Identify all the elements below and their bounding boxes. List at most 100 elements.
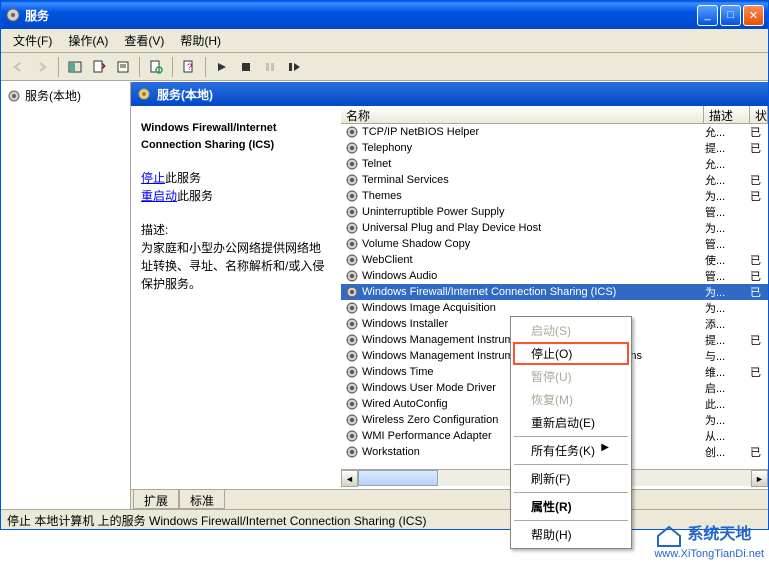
maximize-button[interactable]: □ (720, 5, 741, 26)
view-button[interactable] (64, 56, 86, 78)
service-name: Universal Plug and Play Device Host (362, 222, 705, 234)
service-row[interactable]: Windows Image Acquisition为... (341, 300, 768, 316)
service-desc: 管... (705, 204, 750, 220)
ctx-properties[interactable]: 属性(R) (513, 495, 629, 518)
service-desc: 允... (705, 156, 750, 172)
service-desc: 为... (705, 284, 750, 300)
service-row[interactable]: Windows Audio管...已 (341, 268, 768, 284)
service-desc: 维... (705, 364, 750, 380)
minimize-button[interactable]: _ (697, 5, 718, 26)
restart-link[interactable]: 重启动 (141, 189, 177, 203)
forward-button (31, 56, 53, 78)
selected-service-title: Windows Firewall/Internet Connection Sha… (141, 120, 331, 153)
watermark: 系统天地 www.XiTongTianDi.net (654, 520, 764, 560)
menu-help[interactable]: 帮助(H) (172, 30, 229, 51)
col-status[interactable]: 状 (750, 106, 768, 123)
service-name: WebClient (362, 254, 705, 266)
gear-icon (137, 87, 151, 101)
service-name: Volume Shadow Copy (362, 238, 705, 250)
menu-action[interactable]: 操作(A) (60, 30, 116, 51)
service-row[interactable]: WebClient使...已 (341, 252, 768, 268)
ctx-refresh[interactable]: 刷新(F) (513, 467, 629, 490)
col-desc[interactable]: 描述 (704, 106, 750, 123)
stop-service-button[interactable] (235, 56, 257, 78)
service-desc: 启... (705, 380, 750, 396)
service-desc: 为... (705, 300, 750, 316)
ctx-stop[interactable]: 停止(O) (513, 342, 629, 365)
content-area: 服务(本地) 服务(本地) Windows Firewall/Internet … (1, 81, 768, 509)
scroll-left-button[interactable]: ◄ (341, 470, 358, 487)
service-status: 已 (750, 364, 768, 380)
ctx-resume: 恢复(M) (513, 388, 629, 411)
service-row[interactable]: Windows Firewall/Internet Connection Sha… (341, 284, 768, 300)
window-title: 服务 (25, 7, 697, 24)
stop-link[interactable]: 停止 (141, 171, 165, 185)
service-desc: 此... (705, 396, 750, 412)
menu-file[interactable]: 文件(F) (5, 30, 60, 51)
toolbar: ? (1, 53, 768, 81)
service-desc: 为... (705, 220, 750, 236)
menubar: 文件(F) 操作(A) 查看(V) 帮助(H) (1, 29, 768, 53)
service-name: Themes (362, 190, 705, 202)
service-desc: 与... (705, 348, 750, 364)
help-button[interactable]: ? (178, 56, 200, 78)
col-name[interactable]: 名称 (341, 106, 704, 123)
tree-root-label: 服务(本地) (25, 87, 81, 104)
ctx-restart[interactable]: 重新启动(E) (513, 411, 629, 434)
service-row[interactable]: Telnet允... (341, 156, 768, 172)
refresh-button[interactable] (145, 56, 167, 78)
titlebar[interactable]: 服务 _ □ ✕ (1, 1, 768, 29)
house-icon (654, 524, 684, 548)
service-desc: 允... (705, 172, 750, 188)
pause-service-button (259, 56, 281, 78)
service-row[interactable]: Volume Shadow Copy管... (341, 236, 768, 252)
service-row[interactable]: Themes为...已 (341, 188, 768, 204)
service-row[interactable]: Telephony提...已 (341, 140, 768, 156)
service-row[interactable]: Universal Plug and Play Device Host为... (341, 220, 768, 236)
back-button (7, 56, 29, 78)
tree-pane: 服务(本地) (1, 82, 131, 509)
context-menu: 启动(S) 停止(O) 暂停(U) 恢复(M) 重新启动(E) 所有任务(K)▶… (510, 316, 632, 549)
service-status: 已 (750, 188, 768, 204)
tree-root-item[interactable]: 服务(本地) (5, 86, 126, 105)
service-row[interactable]: TCP/IP NetBIOS Helper允...已 (341, 124, 768, 140)
service-row[interactable]: Terminal Services允...已 (341, 172, 768, 188)
service-status: 已 (750, 444, 768, 460)
ctx-pause: 暂停(U) (513, 365, 629, 388)
service-name: Windows Audio (362, 270, 705, 282)
tab-extended[interactable]: 扩展 (133, 490, 179, 509)
services-icon (5, 7, 21, 23)
service-name: Windows Firewall/Internet Connection Sha… (362, 286, 705, 298)
service-status: 已 (750, 284, 768, 300)
gear-icon (7, 89, 21, 103)
service-name: TCP/IP NetBIOS Helper (362, 126, 705, 138)
properties-button[interactable] (88, 56, 110, 78)
close-button[interactable]: ✕ (743, 5, 764, 26)
tab-standard[interactable]: 标准 (179, 490, 225, 509)
submenu-arrow-icon: ▶ (601, 442, 609, 453)
service-desc: 允... (705, 124, 750, 140)
service-desc: 创... (705, 444, 750, 460)
service-name: Terminal Services (362, 174, 705, 186)
start-service-button[interactable] (211, 56, 233, 78)
scroll-thumb[interactable] (358, 470, 438, 486)
services-window: 服务 _ □ ✕ 文件(F) 操作(A) 查看(V) 帮助(H) ? (0, 0, 769, 530)
service-name: Telnet (362, 158, 705, 170)
service-name: Telephony (362, 142, 705, 154)
restart-service-button[interactable] (283, 56, 305, 78)
ctx-all-tasks[interactable]: 所有任务(K)▶ (513, 439, 629, 462)
service-desc: 管... (705, 268, 750, 284)
service-name: Uninterruptible Power Supply (362, 206, 705, 218)
service-desc: 添... (705, 316, 750, 332)
scroll-right-button[interactable]: ► (751, 470, 768, 487)
main-header-title: 服务(本地) (157, 86, 213, 103)
ctx-start: 启动(S) (513, 319, 629, 342)
export-button[interactable] (112, 56, 134, 78)
service-row[interactable]: Uninterruptible Power Supply管... (341, 204, 768, 220)
service-status: 已 (750, 332, 768, 348)
list-header: 名称 描述 状 (341, 106, 768, 124)
view-tabs: 扩展 标准 (131, 489, 768, 509)
service-desc: 使... (705, 252, 750, 268)
menu-view[interactable]: 查看(V) (116, 30, 172, 51)
ctx-help[interactable]: 帮助(H) (513, 523, 629, 546)
